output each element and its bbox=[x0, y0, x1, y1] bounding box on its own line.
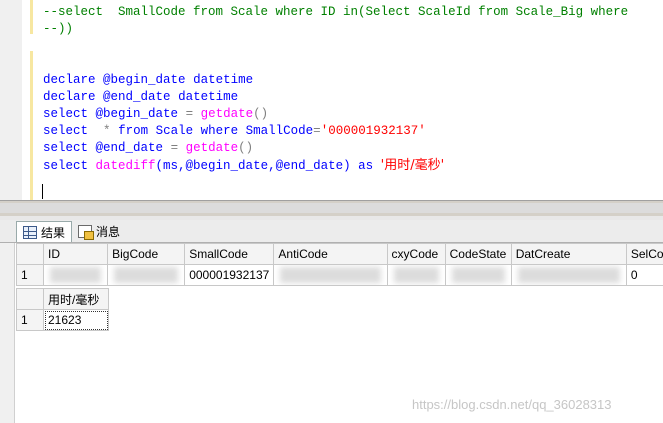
column-name: SmallCode bbox=[245, 124, 314, 138]
tab-results[interactable]: 结果 bbox=[16, 221, 73, 242]
function-args: (ms,@begin_date,@end_date) bbox=[155, 159, 351, 173]
cell-bigcode-redacted[interactable] bbox=[107, 264, 186, 286]
function: getdate bbox=[185, 141, 239, 155]
keyword: as bbox=[358, 159, 374, 173]
function: getdate bbox=[200, 107, 254, 121]
results-gutter bbox=[0, 243, 15, 423]
row-number: 1 bbox=[15, 264, 45, 286]
tab-results-label: 结果 bbox=[41, 225, 66, 240]
code-line-1: --select SmallCode from Scale where ID i… bbox=[43, 5, 629, 19]
keyword: select bbox=[43, 159, 89, 173]
row-number-header bbox=[15, 243, 45, 265]
results-tabs: 结果 消息 bbox=[0, 220, 663, 243]
variable: @end_date bbox=[95, 141, 164, 155]
type: datetime bbox=[193, 73, 254, 87]
tab-messages-label: 消息 bbox=[96, 224, 121, 239]
code-line-select-scale: select * from Scale where SmallCode='000… bbox=[43, 123, 426, 140]
grid-icon bbox=[23, 225, 37, 239]
cell-codestate-redacted[interactable] bbox=[444, 264, 512, 286]
keyword: select bbox=[43, 124, 89, 138]
keyword: declare bbox=[43, 90, 96, 104]
column-header-cxycode[interactable]: cxyCode bbox=[386, 243, 446, 265]
cell-selcou[interactable]: 0 bbox=[625, 264, 663, 286]
variable: @end_date bbox=[103, 90, 171, 104]
table-row[interactable]: 1 21623 bbox=[16, 309, 109, 331]
cell-id-redacted[interactable] bbox=[43, 264, 109, 286]
variable: @begin_date bbox=[103, 73, 186, 87]
parens: () bbox=[238, 141, 254, 155]
keyword: select bbox=[43, 141, 89, 155]
scrollbar-thumb[interactable] bbox=[0, 203, 663, 213]
operator: = bbox=[170, 141, 179, 155]
table-row[interactable]: 1 000001932137 0 bbox=[15, 264, 663, 286]
keyword: select bbox=[43, 107, 89, 121]
tab-messages[interactable]: 消息 bbox=[72, 221, 126, 241]
result-grid-2[interactable]: 用时/毫秒 1 21623 bbox=[16, 288, 109, 331]
code-line-datediff: select datediff(ms,@begin_date,@end_date… bbox=[43, 157, 444, 175]
code-line-set-end: select @end_date = getdate() bbox=[43, 140, 253, 157]
parens: () bbox=[253, 107, 269, 121]
variable: @begin_date bbox=[95, 107, 179, 121]
results-pane: ID BigCode SmallCode AntiCode cxyCode Co… bbox=[0, 243, 663, 423]
grid-header-row: 用时/毫秒 bbox=[16, 288, 109, 310]
row-number-header bbox=[16, 288, 44, 310]
string-literal: '000001932137' bbox=[320, 124, 426, 138]
watermark: https://blog.csdn.net/qq_36028313 bbox=[412, 397, 612, 412]
code-line-2: --)) bbox=[43, 22, 74, 36]
keyword: declare bbox=[43, 73, 96, 87]
table-name: Scale bbox=[155, 124, 194, 138]
column-header-smallcode[interactable]: SmallCode bbox=[184, 243, 275, 265]
grid-header-row: ID BigCode SmallCode AntiCode cxyCode Co… bbox=[15, 243, 663, 265]
editor-horizontal-scrollbar[interactable] bbox=[0, 200, 663, 217]
column-header-elapsed-ms[interactable]: 用时/毫秒 bbox=[43, 288, 109, 310]
sql-editor[interactable]: --select SmallCode from Scale where ID i… bbox=[0, 0, 663, 200]
string-literal: '用时/毫秒' bbox=[380, 158, 445, 173]
keyword: where bbox=[200, 124, 239, 138]
column-header-selcou[interactable]: SelCou bbox=[625, 243, 663, 265]
result-grid-1[interactable]: ID BigCode SmallCode AntiCode cxyCode Co… bbox=[15, 243, 663, 286]
column-header-bigcode[interactable]: BigCode bbox=[107, 243, 186, 265]
code-line-declare-end: declare @end_date datetime bbox=[43, 89, 238, 106]
code-line-declare-begin: declare @begin_date datetime bbox=[43, 72, 253, 89]
code-line-set-begin: select @begin_date = getdate() bbox=[43, 106, 268, 123]
operator: = bbox=[185, 107, 194, 121]
function: datediff bbox=[95, 159, 156, 173]
row-number: 1 bbox=[16, 309, 44, 331]
operator: = bbox=[313, 124, 321, 138]
message-icon bbox=[78, 224, 94, 240]
cell-cxycode-redacted[interactable] bbox=[386, 264, 446, 286]
column-header-datcreate[interactable]: DatCreate bbox=[510, 243, 627, 265]
operator: * bbox=[103, 124, 111, 138]
column-header-id[interactable]: ID bbox=[43, 243, 109, 265]
column-header-anticode[interactable]: AntiCode bbox=[273, 243, 388, 265]
cell-elapsed-ms[interactable]: 21623 bbox=[43, 309, 109, 331]
column-header-codestate[interactable]: CodeState bbox=[444, 243, 512, 265]
change-tracking-bar bbox=[30, 0, 33, 200]
type: datetime bbox=[178, 90, 239, 104]
keyword: from bbox=[118, 124, 149, 138]
cell-smallcode[interactable]: 000001932137 bbox=[184, 264, 275, 286]
text-caret bbox=[42, 184, 43, 199]
editor-gutter bbox=[0, 0, 22, 200]
cell-datcreate-redacted[interactable] bbox=[510, 264, 627, 286]
cell-anticode-redacted[interactable] bbox=[273, 264, 388, 286]
